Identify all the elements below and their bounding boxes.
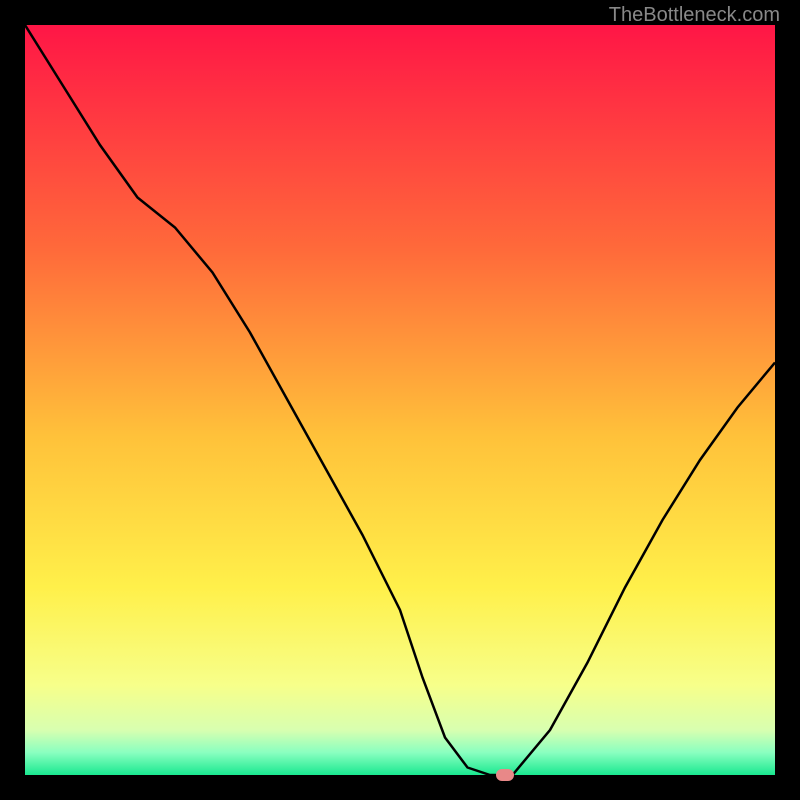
optimal-marker <box>496 769 514 781</box>
bottleneck-curve <box>25 25 775 775</box>
watermark-text: TheBottleneck.com <box>609 4 780 27</box>
plot-area <box>25 25 775 775</box>
